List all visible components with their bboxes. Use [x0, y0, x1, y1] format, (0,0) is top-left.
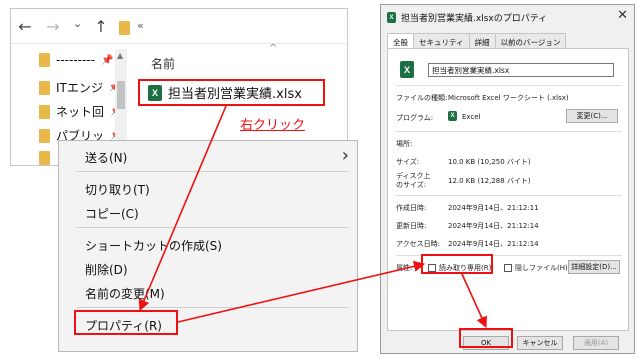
arrow-to-properties — [138, 105, 227, 312]
arrow-to-readonly — [177, 260, 426, 323]
arrow-to-ok — [461, 273, 487, 329]
annotation-arrows — [138, 105, 487, 329]
